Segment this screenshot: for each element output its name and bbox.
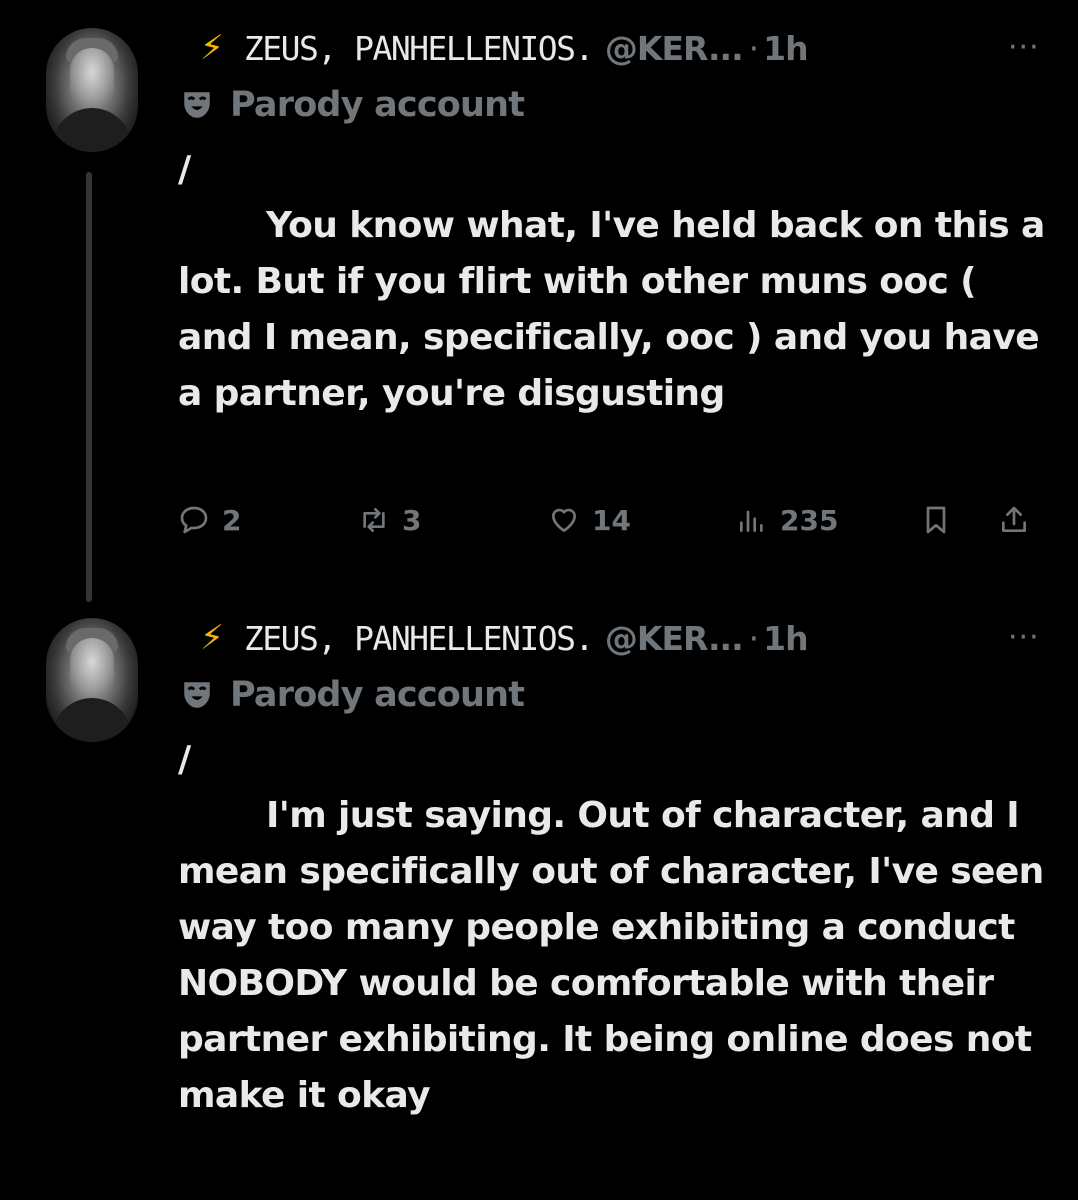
like-count: 14 [592, 503, 631, 537]
reply-icon [180, 506, 208, 534]
lightning-bolt-icon: ⚡ [200, 28, 224, 68]
theater-mask-icon [184, 92, 210, 118]
avatar[interactable] [46, 28, 138, 152]
share-icon [1002, 506, 1026, 532]
like-button[interactable]: 14 [548, 495, 631, 545]
reply-count: 2 [222, 503, 242, 537]
tweet-thread: ⚡ ZEUS, PANHELLENIOS. @KER... · 1h ··· P… [0, 0, 1078, 1200]
more-options-icon[interactable]: ··· [1008, 30, 1040, 65]
tweet-body: / I'm just saying. Out of character, and… [178, 732, 1058, 1124]
display-name[interactable]: ZEUS, PANHELLENIOS. [244, 29, 595, 68]
lightning-bolt-icon: ⚡ [200, 618, 224, 658]
display-name[interactable]: ZEUS, PANHELLENIOS. [244, 619, 595, 658]
tweet-text: I'm just saying. Out of character, and I… [178, 795, 1044, 1116]
repost-button[interactable]: 3 [358, 495, 421, 545]
repost-count: 3 [402, 503, 422, 537]
separator-dot: · [748, 28, 760, 68]
more-options-icon[interactable]: ··· [1008, 620, 1040, 655]
views-icon [740, 510, 763, 532]
user-handle[interactable]: @KER... [605, 619, 744, 658]
bookmark-icon [926, 506, 946, 534]
thread-connector-line [86, 172, 92, 602]
tweet-slash: / [178, 739, 191, 780]
share-button[interactable] [998, 495, 1030, 545]
tweet[interactable]: ⚡ ZEUS, PANHELLENIOS. @KER... · 1h ··· P… [0, 590, 1078, 1200]
parody-badge: Parody account [180, 670, 525, 720]
tweet[interactable]: ⚡ ZEUS, PANHELLENIOS. @KER... · 1h ··· P… [0, 0, 1078, 602]
tweet-actions: 2 3 14 235 [178, 495, 1058, 545]
reply-button[interactable]: 2 [178, 495, 241, 545]
repost-icon [363, 508, 385, 532]
parody-badge-label: Parody account [230, 675, 525, 715]
bookmark-button[interactable] [920, 495, 952, 545]
avatar[interactable] [46, 618, 138, 742]
timestamp[interactable]: 1h [763, 619, 808, 658]
tweet-slash: / [178, 149, 191, 190]
theater-mask-icon [184, 682, 210, 708]
heart-icon [552, 508, 576, 532]
tweet-header: ⚡ ZEUS, PANHELLENIOS. @KER... · 1h [200, 612, 809, 664]
parody-badge-label: Parody account [230, 85, 525, 125]
parody-badge: Parody account [180, 80, 525, 130]
view-count: 235 [780, 503, 839, 537]
user-handle[interactable]: @KER... [605, 29, 744, 68]
tweet-text: You know what, I've held back on this a … [178, 205, 1045, 414]
views-button[interactable]: 235 [736, 495, 838, 545]
separator-dot: · [748, 618, 760, 658]
timestamp[interactable]: 1h [763, 29, 808, 68]
tweet-header: ⚡ ZEUS, PANHELLENIOS. @KER... · 1h [200, 22, 809, 74]
tweet-body: / You know what, I've held back on this … [178, 142, 1058, 422]
